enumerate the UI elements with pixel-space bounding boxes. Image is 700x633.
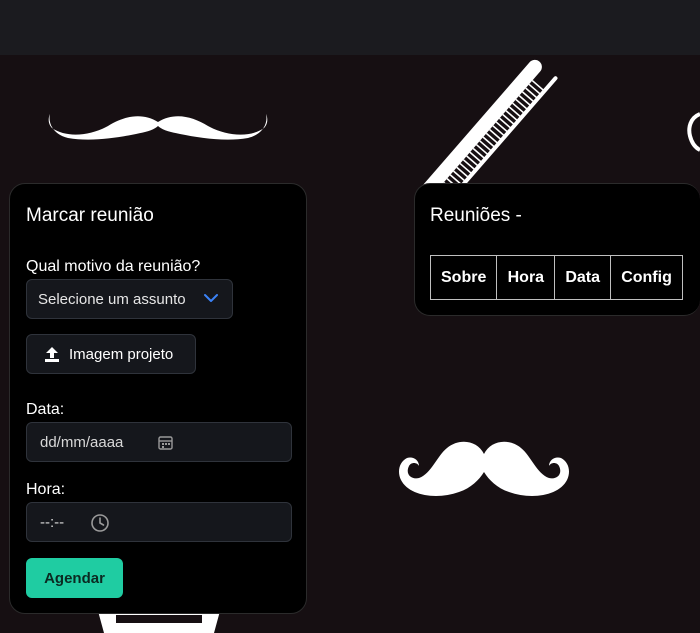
meetings-table-header-row: Sobre Hora Data Config [429, 255, 684, 300]
time-label: Hora: [26, 481, 66, 498]
calendar-icon[interactable] [158, 435, 173, 450]
reason-select[interactable]: Selecione um assunto [26, 279, 233, 319]
mustache-icon [399, 441, 569, 496]
date-input-value: dd/mm/aaaa [40, 433, 124, 451]
time-input[interactable]: --:-- [26, 502, 292, 542]
reason-select-value: Selecione um assunto [38, 290, 186, 308]
curl-decoration [687, 112, 700, 152]
chevron-down-icon [204, 294, 218, 302]
meetings-title: Reuniões - [430, 205, 522, 226]
date-label: Data: [26, 401, 65, 418]
meetings-table: Sobre Hora Data Config [429, 255, 684, 300]
column-header-config: Config [610, 255, 684, 300]
column-header-sobre: Sobre [429, 255, 498, 300]
column-header-hora: Hora [496, 255, 556, 300]
time-input-value: --:-- [40, 513, 65, 531]
meetings-panel: Reuniões - Sobre Hora Data Config [414, 183, 700, 316]
mustache-icon [48, 114, 268, 140]
schedule-button[interactable]: Agendar [26, 558, 123, 598]
column-header-data: Data [554, 255, 612, 300]
reason-label: Qual motivo da reunião? [26, 258, 201, 275]
comb-icon [421, 59, 558, 203]
schedule-meeting-title: Marcar reunião [26, 205, 154, 226]
upload-image-label: Imagem projeto [69, 345, 174, 363]
clock-icon[interactable] [90, 513, 110, 533]
upload-image-button[interactable]: Imagem projeto [26, 334, 196, 374]
top-bar [0, 0, 700, 55]
schedule-meeting-panel: Marcar reunião Qual motivo da reunião? S… [9, 183, 307, 614]
upload-icon [45, 347, 59, 362]
date-input[interactable]: dd/mm/aaaa [26, 422, 292, 462]
